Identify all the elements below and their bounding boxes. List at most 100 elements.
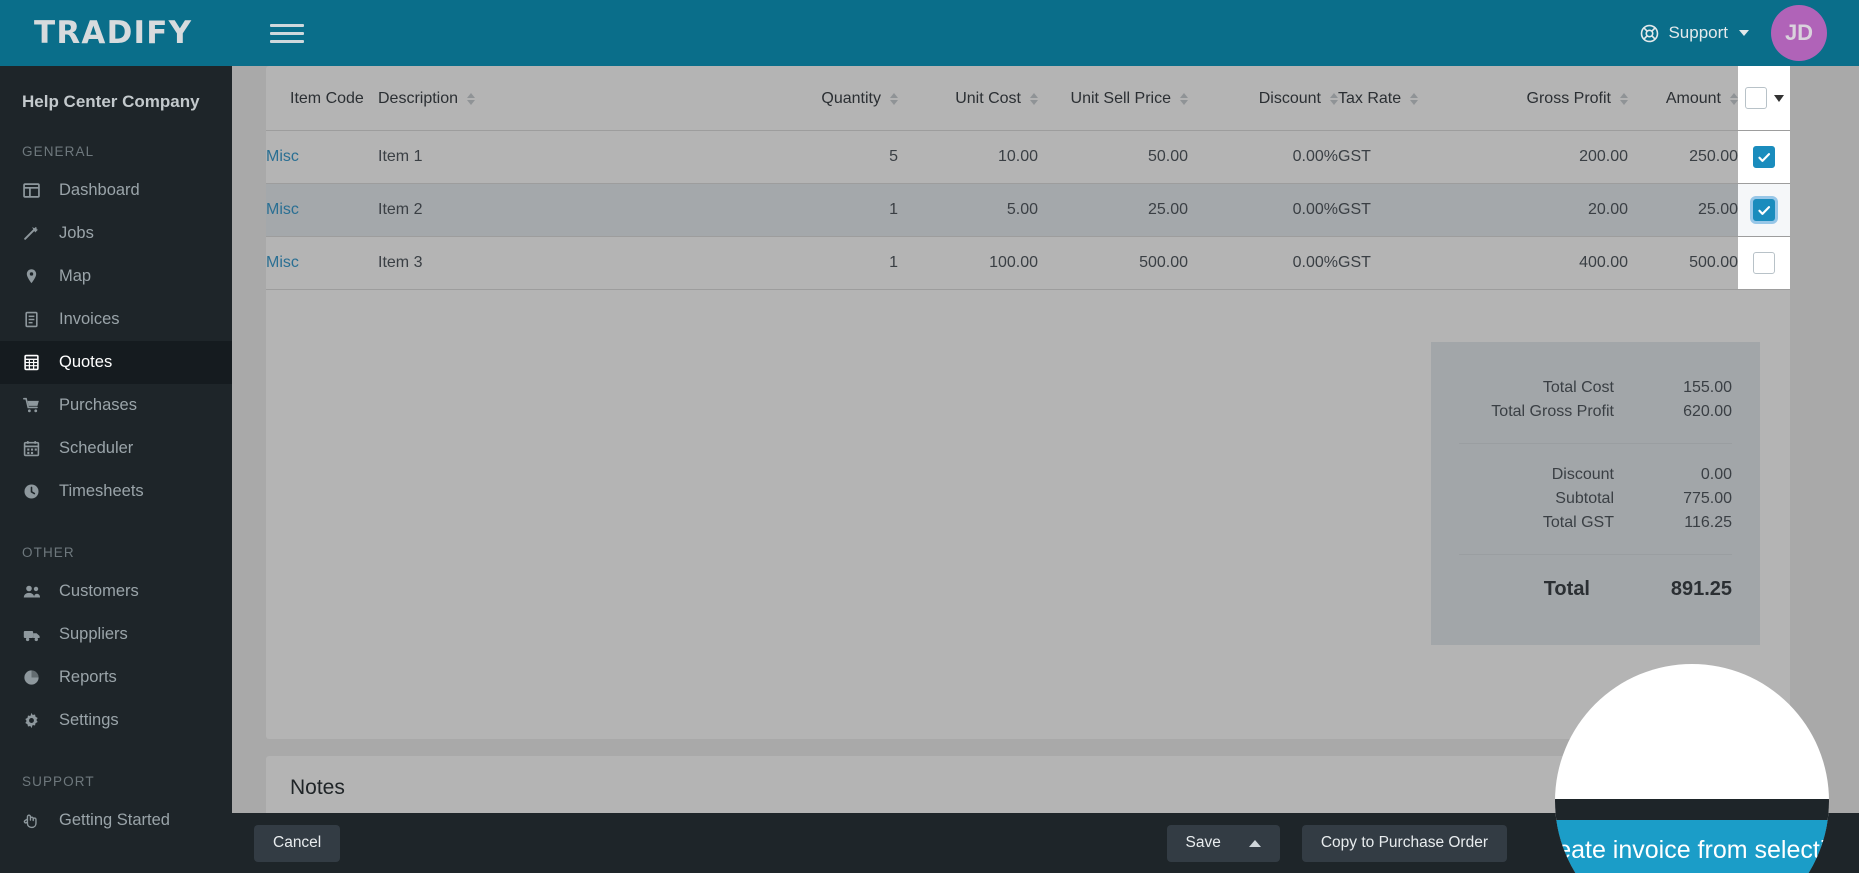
sidebar-item-invoices[interactable]: Invoices (0, 298, 232, 341)
total-cost-row: Total Cost 155.00 (1459, 376, 1732, 400)
grand-total-value: 891.25 (1670, 578, 1732, 600)
column-header-amount[interactable]: Amount (1628, 66, 1738, 131)
app-logo[interactable]: TRADIFY (0, 15, 232, 51)
select-all-checkbox[interactable] (1744, 87, 1767, 109)
avatar[interactable]: JD (1771, 5, 1827, 61)
row-select-cell (1738, 183, 1790, 237)
cell-gross-profit: 400.00 (1478, 236, 1628, 290)
sidebar-item-purchases[interactable]: Purchases (0, 384, 232, 427)
sidebar-item-label: Suppliers (59, 625, 128, 643)
sidebar-item-dashboard[interactable]: Dashboard (0, 169, 232, 212)
sort-icon[interactable] (1730, 93, 1738, 105)
item-code-link[interactable]: Misc (266, 201, 299, 218)
sidebar-item-getting-started[interactable]: Getting Started (0, 799, 232, 842)
sidebar-item-reports[interactable]: Reports (0, 656, 232, 699)
hamburger-icon[interactable] (270, 16, 304, 50)
table-row[interactable]: Misc Item 1 5 10.00 50.00 0.00% GST 200.00 250.0… (266, 130, 1790, 184)
column-header-label: Unit Cost (955, 90, 1021, 107)
cell-unit-sell-price: 25.00 (1038, 183, 1188, 237)
cell-quantity: 1 (708, 236, 898, 290)
column-header-unit-cost[interactable]: Unit Cost (898, 66, 1038, 131)
cell-amount: 500.00 (1628, 236, 1738, 290)
hand-pointer-icon (22, 812, 41, 829)
top-bar-right: Support JD (1640, 5, 1859, 61)
sort-icon[interactable] (467, 93, 476, 105)
sidebar-item-scheduler[interactable]: Scheduler (0, 427, 232, 470)
users-icon (22, 583, 41, 600)
sidebar-item-timesheets[interactable]: Timesheets (0, 470, 232, 513)
caret-up-icon[interactable] (1248, 839, 1261, 847)
table-body: Misc Item 1 5 10.00 50.00 0.00% GST 200.00 250.0… (266, 130, 1790, 290)
cell-item-code: Misc (266, 130, 378, 184)
sidebar-item-customers[interactable]: Customers (0, 570, 232, 613)
column-header-label: Amount (1665, 90, 1721, 107)
totals-divider-2 (1459, 554, 1732, 555)
cell-discount: 0.00% (1188, 130, 1338, 184)
column-header-discount[interactable]: Discount (1188, 66, 1338, 131)
item-code-link[interactable]: Misc (266, 254, 299, 271)
cell-discount: 0.00% (1188, 183, 1338, 237)
cell-item-code: Misc (266, 236, 378, 290)
gear-icon (22, 712, 41, 729)
total-gross-profit-label: Total Gross Profit (1491, 403, 1614, 420)
subtotal-label: Subtotal (1555, 490, 1614, 507)
sort-icon[interactable] (1330, 93, 1338, 105)
sort-icon[interactable] (1620, 93, 1628, 105)
selection-dropdown-caret-icon[interactable] (1773, 94, 1784, 102)
sidebar-item-jobs[interactable]: Jobs (0, 212, 232, 255)
sort-icon[interactable] (1030, 93, 1038, 105)
row-select-cell (1738, 130, 1790, 184)
column-header-unit-sell-price[interactable]: Unit Sell Price (1038, 66, 1188, 131)
cell-tax-rate: GST (1338, 130, 1478, 184)
cell-discount: 0.00% (1188, 236, 1338, 290)
sidebar-item-map[interactable]: Map (0, 255, 232, 298)
sort-icon[interactable] (1180, 93, 1188, 105)
sidebar-item-label: Invoices (59, 310, 120, 328)
cell-item-code: Misc (266, 183, 378, 237)
create-invoice-from-selection-button[interactable]: Create invoice from selection (1555, 820, 1829, 873)
column-header-label: Gross Profit (1526, 90, 1611, 107)
cell-gross-profit: 200.00 (1478, 130, 1628, 184)
copy-to-purchase-order-button[interactable]: Copy to Purchase Order (1301, 824, 1507, 862)
sidebar-item-label: Jobs (59, 224, 94, 242)
column-header-tax-rate[interactable]: Tax Rate (1338, 66, 1478, 131)
row-select-checkbox[interactable] (1753, 146, 1775, 168)
cell-tax-rate: GST (1338, 236, 1478, 290)
cell-description: Item 3 (378, 236, 708, 290)
line-items-table: Item Code Description Quantity Unit Cost Uni… (266, 66, 1790, 290)
sidebar-item-quotes[interactable]: Quotes (0, 341, 232, 384)
sidebar-group-label-general: GENERAL (22, 144, 95, 159)
cancel-button[interactable]: Cancel (254, 824, 341, 862)
sidebar-item-settings[interactable]: Settings (0, 699, 232, 742)
cell-quantity: 5 (708, 130, 898, 184)
top-bar: TRADIFY Support JD (0, 0, 1859, 66)
support-menu[interactable]: Support (1640, 23, 1749, 43)
column-header-quantity[interactable]: Quantity (708, 66, 898, 131)
sidebar-nav: GENERAL Dashboard Jobs Map Invoices Quotes Pur… (0, 112, 232, 842)
map-pin-icon (22, 268, 41, 285)
table-row[interactable]: Misc Item 2 1 5.00 25.00 0.00% GST 20.00 25.00 (266, 183, 1790, 237)
cell-unit-sell-price: 500.00 (1038, 236, 1188, 290)
column-header-label: Unit Sell Price (1070, 90, 1171, 107)
row-select-checkbox[interactable] (1753, 199, 1775, 221)
cell-description: Item 1 (378, 130, 708, 184)
sidebar-item-label: Map (59, 267, 92, 285)
column-header-label: Tax Rate (1338, 90, 1402, 107)
grand-total-label: Total (1543, 578, 1590, 600)
save-button[interactable]: Save (1166, 824, 1280, 862)
sidebar-item-label: Settings (59, 711, 119, 729)
column-header-label: Description (378, 90, 459, 107)
cell-description: Item 2 (378, 183, 708, 237)
row-select-checkbox[interactable] (1753, 252, 1775, 274)
table-row[interactable]: Misc Item 3 1 100.00 500.00 0.00% GST 400.00 500… (266, 236, 1790, 290)
column-header-description[interactable]: Description (378, 66, 708, 131)
cell-amount: 25.00 (1628, 183, 1738, 237)
sidebar-item-label: Quotes (59, 353, 113, 371)
clock-icon (22, 483, 41, 500)
sort-icon[interactable] (890, 93, 898, 105)
column-header-gross-profit[interactable]: Gross Profit (1478, 66, 1628, 131)
item-code-link[interactable]: Misc (266, 148, 299, 165)
sort-icon[interactable] (1410, 93, 1419, 105)
sidebar-item-label: Scheduler (59, 439, 134, 457)
sidebar-item-suppliers[interactable]: Suppliers (0, 613, 232, 656)
